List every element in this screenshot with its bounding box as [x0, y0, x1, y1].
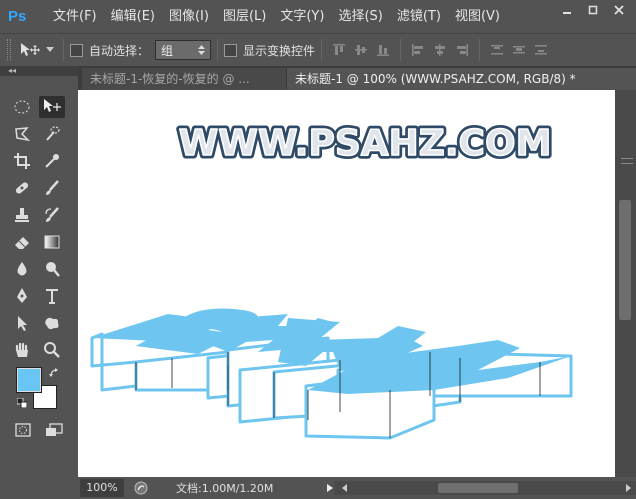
distribute-top-icon[interactable]	[490, 43, 504, 57]
divider	[217, 39, 219, 61]
scroll-left-icon[interactable]	[342, 484, 348, 492]
eraser-icon[interactable]	[9, 231, 35, 253]
vertical-scroll-thumb[interactable]	[619, 200, 631, 320]
share-icon[interactable]	[134, 481, 148, 495]
foreground-color-swatch[interactable]	[16, 367, 42, 393]
menu-type[interactable]: 文字(Y)	[273, 0, 331, 33]
eyedropper-icon[interactable]	[39, 150, 65, 172]
align-vcenter-icon[interactable]	[354, 43, 368, 57]
auto-select-dropdown[interactable]: 组	[155, 40, 212, 60]
tab-label: 未标题-1 @ 100% (WWW.PSAHZ.COM, RGB/8) *	[295, 72, 576, 86]
menu-view[interactable]: 视图(V)	[448, 0, 507, 33]
horizontal-scrollbar[interactable]	[327, 481, 636, 495]
zoom-field[interactable]: 100%	[80, 479, 124, 497]
swap-colors-icon[interactable]	[49, 368, 59, 378]
default-colors-icon[interactable]	[17, 398, 27, 408]
document-area: WWW.PSAHZ.COM WWW.PSAHZ.COM	[78, 90, 636, 477]
show-transform-checkbox[interactable]	[224, 43, 238, 57]
align-left-icon[interactable]	[411, 43, 425, 57]
distribute-bottom-icon[interactable]	[534, 43, 548, 57]
document-tabs: 未标题-1-恢复的-恢复的 @ ... 未标题-1 @ 100% (WWW.PS…	[78, 66, 636, 90]
photoshop-window: Ps 文件(F) 编辑(E) 图像(I) 图层(L) 文字(Y) 选择(S) 滤…	[0, 0, 636, 499]
menu-edit[interactable]: 编辑(E)	[104, 0, 162, 33]
stamp-icon[interactable]	[9, 204, 35, 226]
options-bar: 自动选择： 组 显示变换控件	[0, 33, 636, 66]
close-icon[interactable]	[608, 3, 630, 17]
status-menu-arrow-icon[interactable]	[326, 483, 334, 493]
path-select-icon[interactable]	[9, 312, 35, 334]
chevron-down-icon	[46, 47, 54, 52]
spinner-arrows-icon	[198, 45, 206, 55]
tab-document-recovered[interactable]: 未标题-1-恢复的-恢复的 @ ...	[82, 68, 286, 90]
status-bar: 100% 文档:1.00M/1.20M	[78, 477, 636, 499]
pen-icon[interactable]	[9, 285, 35, 307]
lasso-icon[interactable]	[9, 123, 35, 145]
crop-icon[interactable]	[9, 150, 35, 172]
maximize-icon[interactable]	[582, 3, 604, 17]
tools-grid	[9, 96, 69, 361]
menu-layer[interactable]: 图层(L)	[216, 0, 273, 33]
toolbox-collapse-icon[interactable]: ◂◂	[0, 66, 78, 76]
tool-preset-picker[interactable]	[19, 40, 57, 60]
menu-filter[interactable]: 滤镜(T)	[390, 0, 448, 33]
auto-select-value: 组	[161, 43, 174, 58]
menu-select[interactable]: 选择(S)	[331, 0, 389, 33]
canvas[interactable]: WWW.PSAHZ.COM WWW.PSAHZ.COM	[78, 90, 615, 477]
app-logo: Ps	[8, 7, 27, 25]
quick-select-icon[interactable]	[39, 123, 65, 145]
distribute-vcenter-icon[interactable]	[512, 43, 526, 57]
gradient-icon[interactable]	[39, 231, 65, 253]
tab-document-active[interactable]: 未标题-1 @ 100% (WWW.PSAHZ.COM, RGB/8) * ×	[287, 68, 636, 90]
screen-mode-icon[interactable]	[45, 423, 63, 437]
show-transform-label: 显示变换控件	[243, 43, 316, 58]
hand-icon[interactable]	[9, 339, 35, 361]
history-brush-icon[interactable]	[39, 204, 65, 226]
tab-label: 未标题-1-恢复的-恢复的 @ ...	[90, 72, 250, 86]
divider	[321, 39, 323, 61]
align-top-icon[interactable]	[332, 43, 346, 57]
horizontal-scroll-thumb[interactable]	[438, 483, 518, 493]
vertical-scrollbar[interactable]	[615, 90, 636, 477]
scrollbar-grip	[621, 158, 633, 164]
divider	[63, 39, 64, 61]
auto-select-label: 自动选择：	[89, 43, 150, 58]
scroll-right-icon[interactable]	[626, 484, 632, 492]
divider	[400, 39, 402, 61]
divider	[479, 39, 481, 61]
move-tool-icon	[21, 43, 40, 56]
brush-icon[interactable]	[39, 177, 65, 199]
shape-icon[interactable]	[39, 312, 65, 334]
quick-mask-icon[interactable]	[15, 423, 31, 437]
3d-extruded-text-art	[90, 308, 573, 440]
menu-file[interactable]: 文件(F)	[46, 0, 104, 33]
color-swatches	[16, 367, 61, 416]
options-grip[interactable]	[7, 39, 11, 61]
dodge-icon[interactable]	[39, 258, 65, 280]
align-bottom-icon[interactable]	[376, 43, 390, 57]
toolbox-panel: ◂◂	[0, 66, 78, 499]
healing-icon[interactable]	[9, 177, 35, 199]
blur-icon[interactable]	[9, 258, 35, 280]
align-hcenter-icon[interactable]	[433, 43, 447, 57]
marquee-icon[interactable]	[9, 96, 35, 118]
zoom-icon[interactable]	[39, 339, 65, 361]
move-icon[interactable]	[39, 96, 65, 118]
document-size-info[interactable]: 文档:1.00M/1.20M	[176, 480, 273, 496]
menu-bar: Ps 文件(F) 编辑(E) 图像(I) 图层(L) 文字(Y) 选择(S) 滤…	[0, 0, 636, 33]
align-right-icon[interactable]	[455, 43, 469, 57]
type-icon[interactable]	[39, 285, 65, 307]
auto-select-checkbox[interactable]	[70, 43, 83, 57]
minimize-icon[interactable]	[556, 3, 578, 17]
menu-image[interactable]: 图像(I)	[162, 0, 216, 33]
